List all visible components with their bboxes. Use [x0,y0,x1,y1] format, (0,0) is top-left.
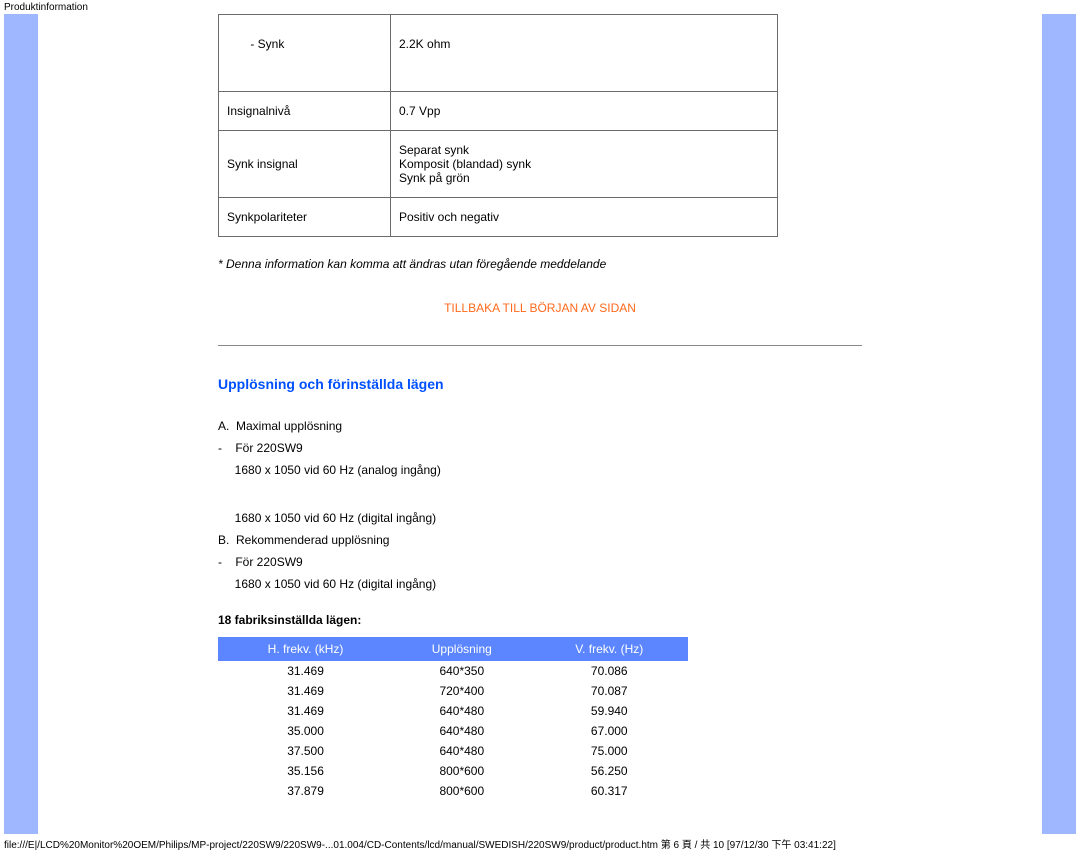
modes-cell: 75.000 [531,741,688,761]
resolution-line: 1680 x 1050 vid 60 Hz (digital ingång) [218,509,862,527]
modes-cell: 37.500 [219,741,393,761]
modes-cell: 59.940 [531,701,688,721]
specs-label: Synk insignal [219,131,391,198]
modes-row: 35.156800*60056.250 [219,761,688,781]
modes-cell: 37.879 [219,781,393,801]
modes-row: 31.469640*35070.086 [219,661,688,682]
specs-label: Insignalnivå [219,92,391,131]
specs-label: Synkpolariteter [219,198,391,237]
specs-value: Separat synk Komposit (blandad) synk Syn… [391,131,778,198]
specs-row: - Synk2.2K ohm [219,15,778,92]
modes-row: 35.000640*48067.000 [219,721,688,741]
resolution-line: - För 220SW9 [218,439,862,457]
resolution-line: 1680 x 1050 vid 60 Hz (digital ingång) [218,575,862,593]
modes-row: 37.879800*60060.317 [219,781,688,801]
resolution-line: 1680 x 1050 vid 60 Hz (analog ingång) [218,461,862,479]
modes-row: 31.469640*48059.940 [219,701,688,721]
modes-table: H. frekv. (kHz) Upplösning V. frekv. (Hz… [218,637,688,801]
modes-cell: 640*350 [393,661,531,682]
specs-value: 2.2K ohm [391,15,778,92]
page-header-title: Produktinformation [0,0,1080,14]
modes-cell: 60.317 [531,781,688,801]
resolution-list: A. Maximal upplösning - För 220SW9 1680 x… [218,417,862,593]
main-content: - Synk2.2K ohmInsignalnivå0.7 VppSynk in… [38,14,1042,834]
specs-label: - Synk [219,15,391,92]
modes-cell: 35.000 [219,721,393,741]
modes-cell: 640*480 [393,701,531,721]
modes-cell: 720*400 [393,681,531,701]
specs-note: * Denna information kan komma att ändras… [218,257,862,271]
modes-cell: 35.156 [219,761,393,781]
resolution-section-title: Upplösning och förinställda lägen [218,376,862,392]
modes-cell: 800*600 [393,781,531,801]
resolution-line: A. Maximal upplösning [218,417,862,435]
resolution-line: B. Rekommenderad upplösning [218,531,862,549]
modes-row: 37.500640*48075.000 [219,741,688,761]
modes-subtitle: 18 fabriksinställda lägen: [218,613,862,627]
modes-row: 31.469720*40070.087 [219,681,688,701]
specs-table: - Synk2.2K ohmInsignalnivå0.7 VppSynk in… [218,14,778,237]
resolution-line [218,483,862,501]
modes-cell: 70.087 [531,681,688,701]
modes-cell: 56.250 [531,761,688,781]
sidebar-left [4,14,38,834]
modes-cell: 31.469 [219,701,393,721]
modes-cell: 640*480 [393,721,531,741]
footer-path: file:///E|/LCD%20Monitor%20OEM/Philips/M… [0,834,1080,853]
resolution-line: - För 220SW9 [218,553,862,571]
back-to-top-container: TILLBAKA TILL BÖRJAN AV SIDAN [218,301,862,315]
modes-cell: 31.469 [219,681,393,701]
modes-cell: 70.086 [531,661,688,682]
modes-header-res: Upplösning [393,638,531,661]
specs-row: SynkpolariteterPositiv och negativ [219,198,778,237]
specs-row: Synk insignalSeparat synk Komposit (blan… [219,131,778,198]
modes-header-hfreq: H. frekv. (kHz) [219,638,393,661]
back-to-top-link[interactable]: TILLBAKA TILL BÖRJAN AV SIDAN [444,301,636,315]
specs-value: 0.7 Vpp [391,92,778,131]
section-separator [218,345,862,346]
modes-cell: 800*600 [393,761,531,781]
page-body: - Synk2.2K ohmInsignalnivå0.7 VppSynk in… [0,14,1080,834]
sidebar-right [1042,14,1076,834]
specs-value: Positiv och negativ [391,198,778,237]
modes-cell: 67.000 [531,721,688,741]
specs-row: Insignalnivå0.7 Vpp [219,92,778,131]
modes-cell: 31.469 [219,661,393,682]
modes-cell: 640*480 [393,741,531,761]
modes-header-vfreq: V. frekv. (Hz) [531,638,688,661]
